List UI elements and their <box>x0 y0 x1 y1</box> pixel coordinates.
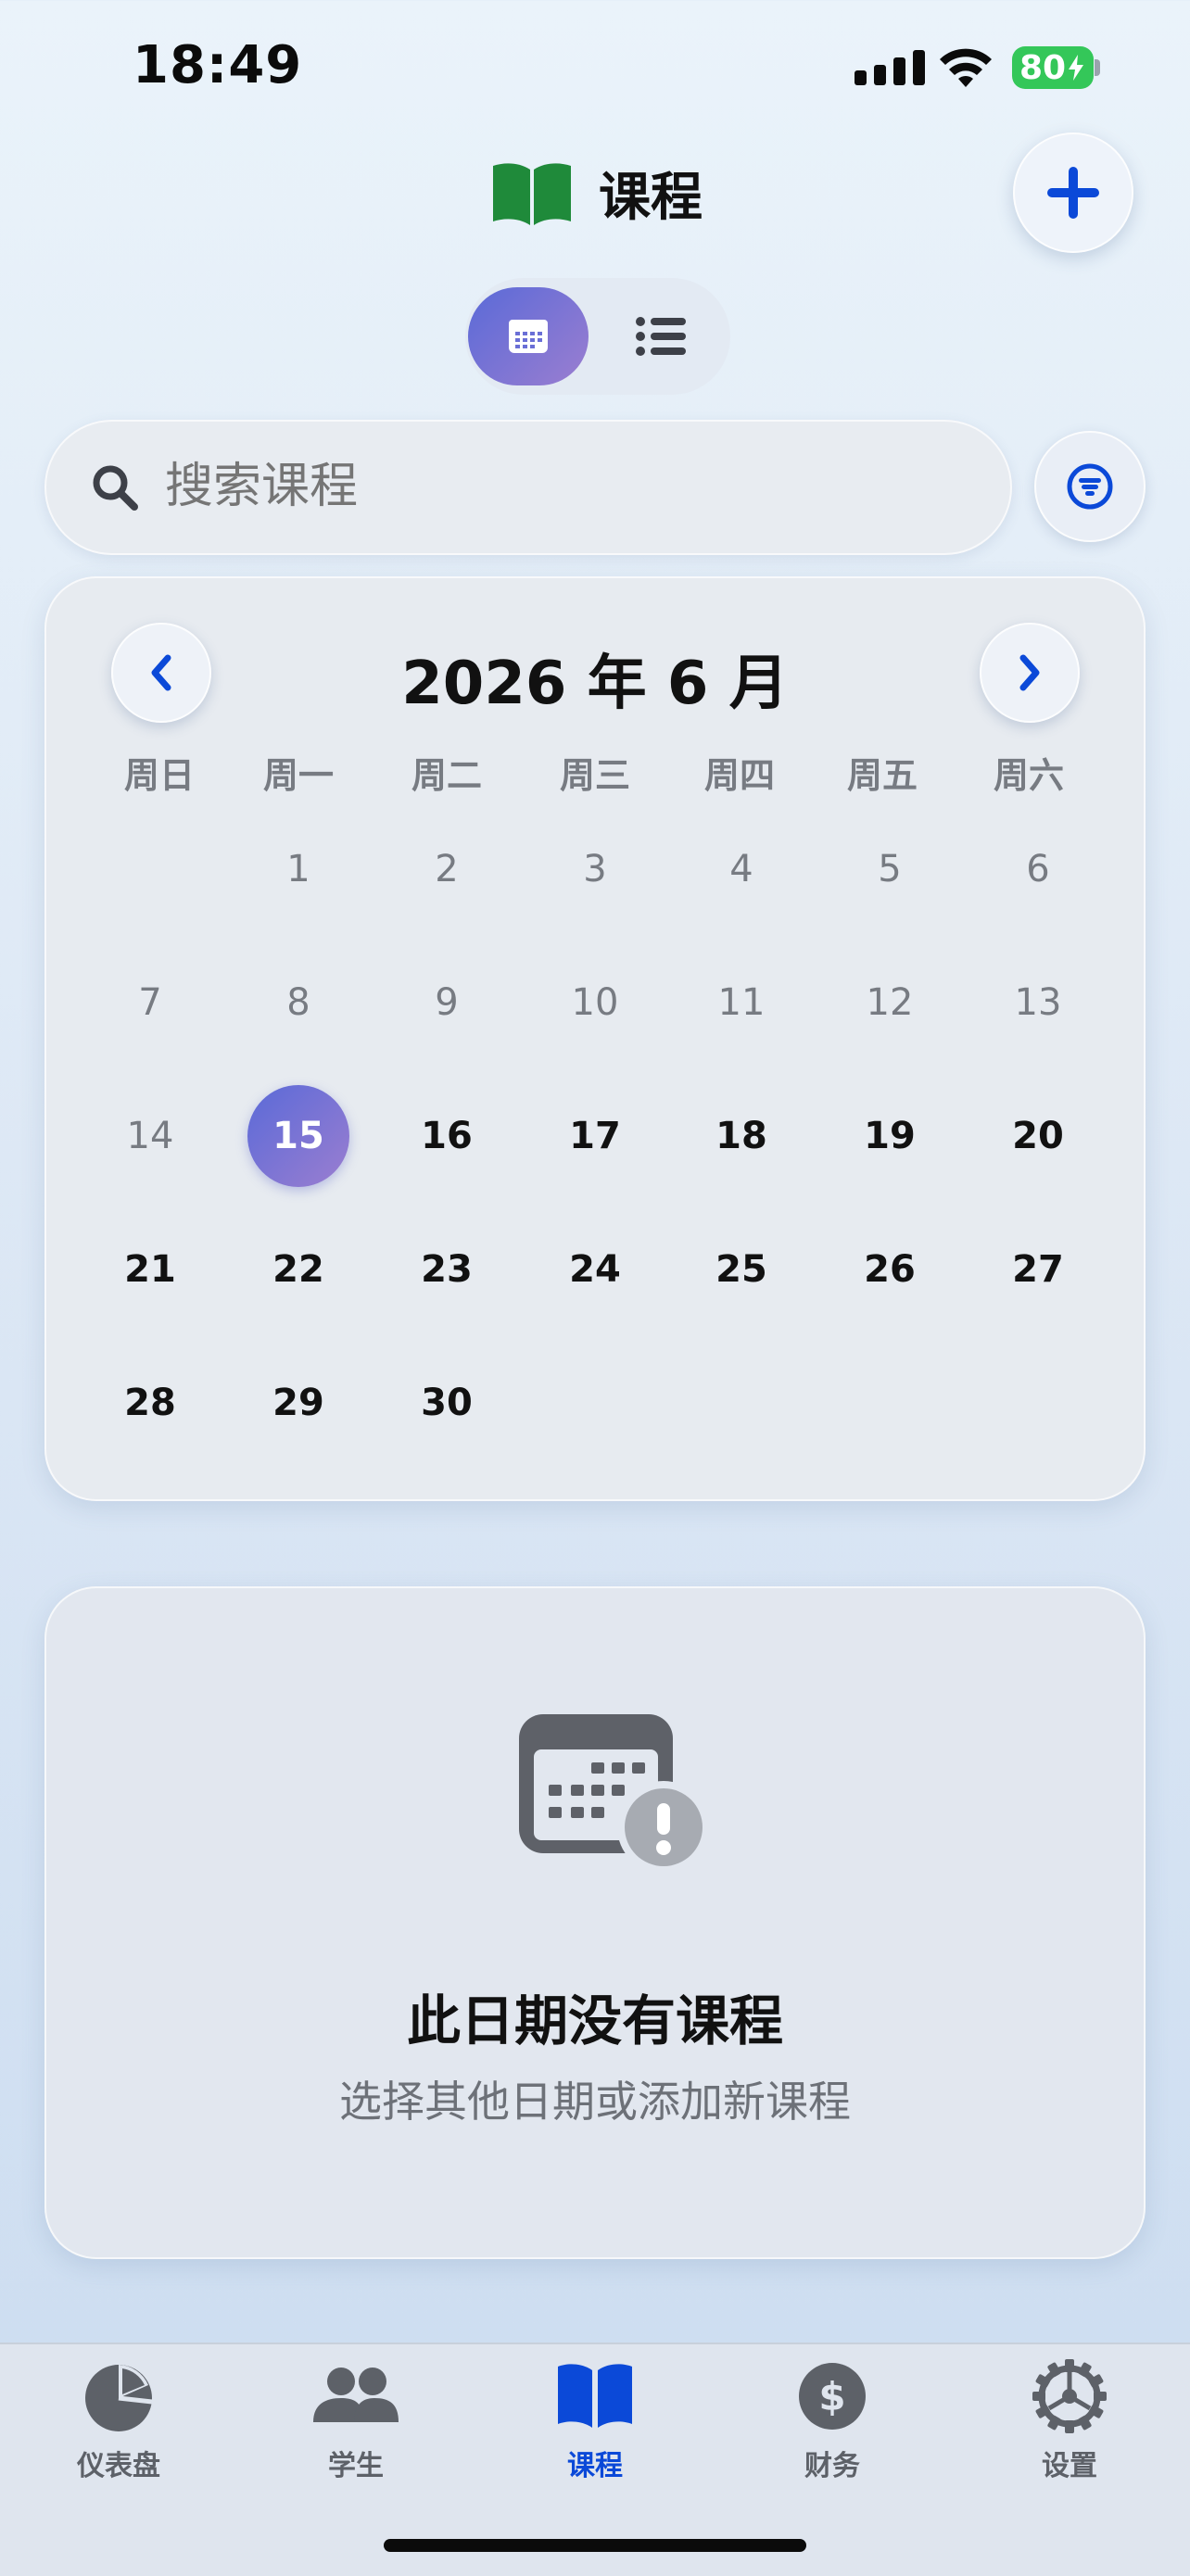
calendar-day[interactable]: 18 <box>690 1085 792 1187</box>
tab-label: 财务 <box>804 2450 860 2482</box>
tab-settings[interactable]: 设置 <box>986 2359 1153 2483</box>
calendar-day[interactable]: 28 <box>99 1352 201 1454</box>
calendar-day[interactable]: 21 <box>99 1219 201 1320</box>
battery-indicator: 80 <box>1012 46 1094 89</box>
charging-bolt-icon <box>1069 55 1084 81</box>
gear-icon <box>1032 2359 1107 2433</box>
chevron-left-icon <box>151 654 171 691</box>
calendar-day[interactable]: 29 <box>247 1352 349 1454</box>
tab-label: 学生 <box>328 2450 384 2482</box>
month-title: 2026 年 6 月 <box>401 650 789 718</box>
filter-icon <box>1067 463 1113 510</box>
search-icon <box>93 465 138 511</box>
people-icon <box>313 2368 399 2422</box>
weekday-label-sat: 周六 <box>993 755 1064 796</box>
weekday-label-tue: 周二 <box>411 755 482 796</box>
calendar-day[interactable]: 27 <box>987 1219 1089 1320</box>
previous-month-button[interactable] <box>111 623 211 723</box>
battery-level: 80 <box>1019 48 1067 87</box>
calendar-day[interactable]: 16 <box>396 1085 498 1187</box>
calendar-day[interactable]: 22 <box>247 1219 349 1320</box>
calendar-day[interactable]: 23 <box>396 1219 498 1320</box>
wifi-icon <box>940 48 992 87</box>
calendar-day[interactable]: 5 <box>839 818 941 920</box>
calendar-day[interactable]: 14 <box>99 1085 201 1187</box>
calendar-day[interactable]: 11 <box>690 952 792 1054</box>
calendar-day[interactable]: 20 <box>987 1085 1089 1187</box>
battery-nub <box>1095 59 1100 76</box>
empty-state-title: 此日期没有课程 <box>406 1989 783 2052</box>
next-month-button[interactable] <box>980 623 1080 723</box>
weekday-label-thu: 周四 <box>703 755 775 796</box>
weekday-label-fri: 周五 <box>846 755 918 796</box>
search-input[interactable] <box>165 454 962 519</box>
calendar-day[interactable]: 17 <box>544 1085 646 1187</box>
calendar-day[interactable]: 3 <box>544 818 646 920</box>
book-icon <box>558 2364 632 2428</box>
add-lesson-button[interactable] <box>1013 133 1133 253</box>
calendar-day[interactable]: 13 <box>987 952 1089 1054</box>
calendar-day[interactable]: 4 <box>690 818 792 920</box>
chevron-right-icon <box>1019 654 1040 691</box>
calendar-day[interactable]: 26 <box>839 1219 941 1320</box>
plus-icon <box>1047 167 1099 219</box>
weekday-label-mon: 周一 <box>262 755 334 796</box>
calendar-day[interactable]: 6 <box>987 818 1089 920</box>
calendar-day[interactable]: 10 <box>544 952 646 1054</box>
book-icon <box>493 162 571 225</box>
calendar-day-selected[interactable]: 15 <box>247 1085 349 1187</box>
page-title-text: 课程 <box>599 168 703 228</box>
filter-button[interactable] <box>1034 431 1146 542</box>
tab-label: 课程 <box>567 2450 623 2482</box>
tab-label: 设置 <box>1042 2450 1097 2482</box>
tab-lessons[interactable]: 课程 <box>512 2359 678 2483</box>
pie-chart-icon <box>85 2365 153 2431</box>
empty-state-subtitle: 选择其他日期或添加新课程 <box>339 2077 851 2127</box>
calendar-grid-icon <box>509 320 548 353</box>
empty-state-card <box>44 1586 1146 2259</box>
calendar-day[interactable]: 8 <box>247 952 349 1054</box>
calendar-day[interactable]: 19 <box>839 1085 941 1187</box>
calendar-day[interactable]: 25 <box>690 1219 792 1320</box>
calendar-day[interactable]: 7 <box>99 952 201 1054</box>
calendar-day[interactable]: 30 <box>396 1352 498 1454</box>
home-indicator <box>384 2539 806 2552</box>
list-view-button[interactable] <box>619 297 703 376</box>
calendar-day[interactable]: 1 <box>247 818 349 920</box>
calendar-day[interactable]: 12 <box>839 952 941 1054</box>
calendar-day[interactable]: 2 <box>396 818 498 920</box>
cellular-signal-icon <box>855 50 925 85</box>
calendar-day[interactable]: 9 <box>396 952 498 1054</box>
weekday-label-wed: 周三 <box>559 755 630 796</box>
calendar-alert-icon <box>519 1714 706 1870</box>
status-time: 18:49 <box>133 35 303 95</box>
svg-text:$: $ <box>818 2374 845 2419</box>
tab-students[interactable]: 学生 <box>272 2359 439 2483</box>
calendar-day[interactable]: 24 <box>544 1219 646 1320</box>
tab-label: 仪表盘 <box>77 2450 160 2482</box>
dollar-icon: $ <box>799 2363 866 2430</box>
weekday-label-sun: 周日 <box>123 755 195 796</box>
tab-finance[interactable]: $ 财务 <box>749 2359 916 2483</box>
tab-dashboard[interactable]: 仪表盘 <box>35 2359 202 2483</box>
list-icon <box>636 317 686 356</box>
calendar-view-button[interactable] <box>468 287 589 385</box>
page-title: 课程 <box>491 156 703 231</box>
